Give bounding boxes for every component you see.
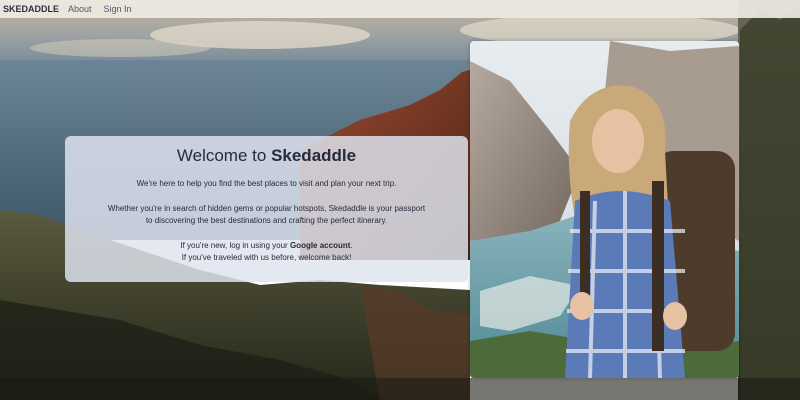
welcome-title: Welcome to Skedaddle [65, 146, 468, 166]
new-user-suffix: . [350, 240, 353, 250]
welcome-new-user: If you're new, log in using your Google … [65, 240, 468, 253]
hiker-photo-icon [470, 41, 739, 378]
welcome-card: Welcome to Skedaddle We're here to help … [65, 136, 468, 282]
new-user-prefix: If you're new, log in using your [180, 240, 288, 250]
welcome-search-line1: Whether you're in search of hidden gems … [107, 203, 426, 213]
welcome-returning: If you've traveled with us before, welco… [181, 253, 352, 262]
hero-photo [470, 41, 739, 378]
welcome-title-brand: Skedaddle [271, 146, 357, 165]
brand-logo[interactable]: SKEDADDLE [3, 4, 59, 14]
nav-link-about[interactable]: About [68, 4, 92, 14]
top-navbar: SKEDADDLE About Sign In [0, 0, 800, 18]
welcome-search-line2: to discovering the best destinations and… [145, 216, 388, 225]
welcome-intro: We're here to help you find the best pla… [136, 179, 397, 188]
welcome-title-prefix: Welcome to [176, 146, 267, 165]
nav-link-sign-in[interactable]: Sign In [104, 4, 132, 14]
google-account-link[interactable]: Google account [290, 241, 350, 250]
